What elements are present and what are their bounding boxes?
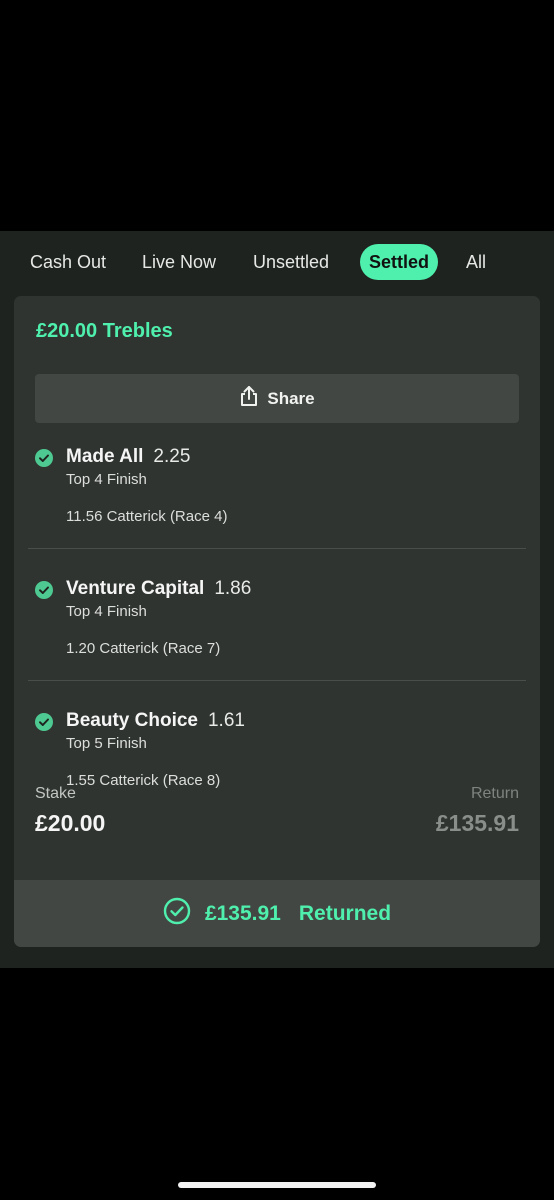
stake-value: £20.00 bbox=[35, 810, 106, 836]
selection-odds: 1.61 bbox=[207, 710, 245, 731]
tab-all[interactable]: All bbox=[466, 244, 486, 280]
share-button[interactable]: Share bbox=[35, 374, 519, 423]
share-label: Share bbox=[267, 388, 315, 408]
won-check-icon bbox=[35, 449, 53, 467]
stake-label: Stake bbox=[35, 785, 76, 802]
selection-odds: 2.25 bbox=[153, 446, 191, 467]
selection-name-text: Beauty Choice bbox=[66, 710, 198, 731]
selection-name-text: Venture Capital bbox=[66, 578, 205, 599]
selection-item: Made All 2.25 Top 4 Finish 11.56 Catteric… bbox=[14, 438, 540, 570]
tab-live-now[interactable]: Live Now bbox=[142, 244, 216, 280]
divider bbox=[28, 680, 526, 681]
selection-market: Top 4 Finish bbox=[66, 471, 147, 488]
bet-card: £20.00 Trebles Share Made All 2.25 Top 4 … bbox=[14, 296, 540, 947]
returned-check-icon bbox=[163, 897, 191, 931]
selection-odds: 1.86 bbox=[214, 578, 252, 599]
home-indicator[interactable] bbox=[178, 1182, 376, 1188]
returned-amount: £135.91 bbox=[204, 901, 281, 925]
tab-settled[interactable]: Settled bbox=[360, 244, 439, 280]
selection-name-text: Made All bbox=[66, 446, 144, 467]
selection-name: Venture Capital 1.86 bbox=[66, 578, 251, 600]
my-bets-screen: Cash Out Live Now Unsettled Settled All … bbox=[0, 231, 554, 968]
tab-unsettled[interactable]: Unsettled bbox=[253, 244, 329, 280]
selection-event: 1.20 Catterick (Race 7) bbox=[66, 640, 221, 657]
tab-cash-out[interactable]: Cash Out bbox=[30, 244, 106, 280]
won-check-icon bbox=[35, 581, 53, 599]
selection-name: Beauty Choice 1.61 bbox=[66, 710, 245, 732]
returned-label: Returned bbox=[298, 901, 392, 925]
selection-event: 11.56 Catterick (Race 4) bbox=[66, 508, 228, 525]
selection-market: Top 5 Finish bbox=[66, 735, 147, 752]
selection-event: 1.55 Catterick (Race 8) bbox=[66, 772, 221, 789]
selection-name: Made All 2.25 bbox=[66, 446, 190, 468]
return-value: £135.91 bbox=[435, 810, 519, 836]
selection-item: Venture Capital 1.86 Top 4 Finish 1.20 Ca… bbox=[14, 570, 540, 702]
bet-filter-tabs: Cash Out Live Now Unsettled Settled All bbox=[0, 231, 554, 293]
bet-title: £20.00 Trebles bbox=[36, 320, 173, 342]
divider bbox=[28, 548, 526, 549]
share-icon bbox=[239, 385, 259, 412]
returned-banner: £135.91 Returned bbox=[14, 880, 540, 947]
won-check-icon bbox=[35, 713, 53, 731]
return-label: Return bbox=[470, 785, 519, 802]
selection-market: Top 4 Finish bbox=[66, 603, 147, 620]
